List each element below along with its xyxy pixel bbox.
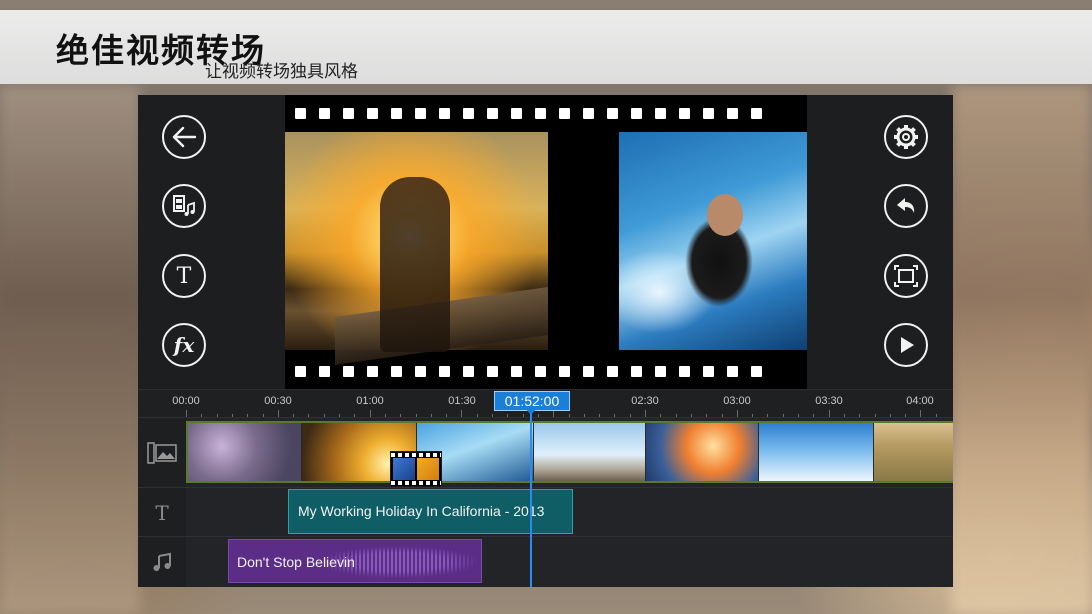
- video-clip-thumb[interactable]: [646, 423, 759, 481]
- gear-icon: [894, 125, 918, 149]
- tick-label: 02:30: [631, 395, 659, 407]
- playhead[interactable]: [530, 413, 532, 587]
- add-media-button[interactable]: [162, 184, 206, 228]
- back-button[interactable]: [162, 115, 206, 159]
- background-right: [952, 85, 1092, 614]
- music-clip[interactable]: Don't Stop Believin: [228, 539, 482, 583]
- tick-label: 03:30: [815, 395, 843, 407]
- fx-icon: fx: [173, 333, 195, 357]
- play-button[interactable]: [884, 323, 928, 367]
- tick-label: 04:00: [906, 395, 934, 407]
- image-track-icon: [138, 418, 186, 488]
- music-track-icon: [138, 537, 186, 587]
- preview-frame-surfer: [619, 132, 807, 350]
- settings-button[interactable]: [884, 115, 928, 159]
- tick-label: 01:30: [448, 395, 476, 407]
- tick-label: 01:00: [356, 395, 384, 407]
- undo-icon: [897, 198, 915, 213]
- tick-label: 00:00: [172, 395, 200, 407]
- tick-label: 03:00: [723, 395, 751, 407]
- text-track: T My Working Holiday In California - 201…: [138, 487, 953, 537]
- add-text-button[interactable]: T: [162, 254, 206, 298]
- music-clip-label: Don't Stop Believin: [237, 554, 355, 570]
- video-track: [138, 417, 953, 488]
- fullscreen-icon: [894, 265, 918, 287]
- text-icon: T: [176, 263, 192, 289]
- video-preview[interactable]: [285, 95, 807, 389]
- transition-marker[interactable]: [390, 451, 442, 487]
- back-arrow-icon: [172, 126, 197, 148]
- promo-banner: 绝佳视频转场 让视频转场独具风格: [0, 10, 1092, 84]
- effects-button[interactable]: fx: [162, 323, 206, 367]
- music-track: Don't Stop Believin: [138, 536, 953, 587]
- tick-label: 00:30: [264, 395, 292, 407]
- video-clip-thumb[interactable]: [534, 423, 646, 481]
- video-clip-thumb[interactable]: [874, 423, 953, 481]
- video-clip-thumb[interactable]: [759, 423, 874, 481]
- media-music-icon: [173, 195, 195, 216]
- background-left: [0, 85, 140, 614]
- play-icon: [901, 337, 914, 353]
- fullscreen-button[interactable]: [884, 254, 928, 298]
- video-clips[interactable]: [186, 421, 953, 483]
- preview-frame-fisherman: [285, 132, 548, 365]
- film-sprockets-bottom: [285, 353, 807, 389]
- banner-subtitle: 让视频转场独具风格: [205, 62, 358, 82]
- editor-window: T fx 00:00 00:30 01:00 01:30 02:30 03:00…: [138, 95, 953, 587]
- video-clip-thumb[interactable]: [188, 423, 302, 481]
- current-time-indicator[interactable]: 01:52:00: [494, 391, 570, 411]
- text-track-icon: T: [138, 488, 186, 537]
- film-sprockets-top: [285, 95, 807, 131]
- undo-button[interactable]: [884, 184, 928, 228]
